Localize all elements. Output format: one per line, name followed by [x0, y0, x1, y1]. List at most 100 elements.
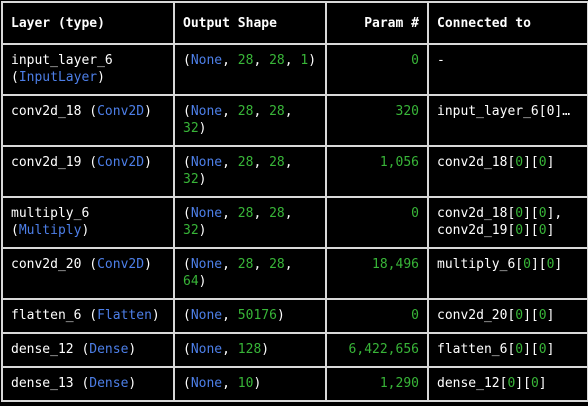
shape-dim: 32: [183, 121, 199, 136]
param-count-cell: 0: [325, 196, 429, 249]
shape-dim: 128: [237, 342, 262, 357]
param-count: 0: [411, 308, 419, 323]
layer-cell: flatten_6 (Flatten): [1, 298, 175, 334]
layer-type: Conv2D: [97, 155, 145, 170]
param-count-cell: 6,422,656: [325, 332, 429, 368]
shape-dim: None: [190, 257, 223, 272]
table-row: multiply_6 (Multiply) (None, 28, 28, 32) 0…: [1, 196, 588, 249]
output-shape-cell: (None, 128): [173, 332, 327, 368]
table-body: input_layer_6 (InputLayer) (None, 28, 28,…: [1, 43, 588, 402]
header-connected-to: Connected to: [427, 1, 588, 45]
table-row: dense_12 (Dense) (None, 128) 6,422,656 flat…: [1, 332, 588, 368]
connected-index: 0: [538, 342, 547, 357]
output-shape-cell: (None, 50176): [173, 298, 327, 334]
header-row: Layer (type) Output Shape Param # Connec…: [1, 1, 588, 45]
layer-name: multiply_6: [11, 206, 90, 221]
layer-name: dense_13: [11, 376, 74, 391]
output-shape-cell: (None, 28, 28, 32): [173, 94, 327, 147]
layer-cell: conv2d_19 (Conv2D): [1, 145, 175, 198]
output-shape-cell: (None, 28, 28, 32): [173, 196, 327, 249]
output-shape-cell: (None, 28, 28, 1): [173, 43, 327, 96]
param-count: 6,422,656: [348, 342, 419, 357]
connected-index: 0: [530, 376, 539, 391]
layer-cell: multiply_6 (Multiply): [1, 196, 175, 249]
connected-layer: conv2d_18: [437, 206, 508, 221]
layer-type: InputLayer: [18, 70, 98, 85]
layer-name: conv2d_18: [11, 104, 82, 119]
layer-name: dense_12: [11, 342, 74, 357]
shape-dim: 64: [183, 274, 199, 289]
connected-to-cell: input_layer_6[0]…: [427, 94, 588, 147]
connected-to-cell: conv2d_18[0][0]: [427, 145, 588, 198]
shape-dim: 28: [269, 53, 285, 68]
connected-index: 0: [515, 206, 524, 221]
connected-layer: multiply_6: [437, 257, 516, 272]
layer-name: conv2d_19: [11, 155, 82, 170]
connected-index: 0: [538, 206, 547, 221]
connected-layer: conv2d_18: [437, 155, 508, 170]
model-summary-panel: Layer (type) Output Shape Param # Connec…: [0, 0, 588, 406]
shape-dim: None: [190, 376, 223, 391]
shape-dim: 28: [269, 155, 285, 170]
table-row: input_layer_6 (InputLayer) (None, 28, 28,…: [1, 43, 588, 96]
layer-type: Flatten: [97, 308, 152, 323]
connected-index: 0: [538, 223, 547, 238]
connected-to-cell: -: [427, 43, 588, 96]
shape-dim: None: [190, 155, 223, 170]
connected-ref: -: [437, 53, 445, 68]
shape-dim: 28: [237, 155, 254, 170]
layer-name: input_layer_6: [11, 53, 113, 68]
header-output-shape: Output Shape: [173, 1, 327, 45]
shape-dim: 28: [269, 104, 285, 119]
layer-type: Conv2D: [97, 104, 145, 119]
shape-dim: 28: [237, 104, 254, 119]
param-count: 320: [395, 104, 419, 119]
param-count-cell: 320: [325, 94, 429, 147]
param-count-cell: 18,496: [325, 247, 429, 300]
connected-to-cell: conv2d_20[0][0]: [427, 298, 588, 334]
connected-index: 0: [507, 376, 516, 391]
connected-index: 0: [515, 223, 524, 238]
layer-cell: dense_12 (Dense): [1, 332, 175, 368]
connected-index: 0: [546, 257, 555, 272]
layer-type: Dense: [89, 376, 129, 391]
connected-index: 0: [538, 155, 547, 170]
shape-dim: None: [190, 104, 223, 119]
output-shape-cell: (None, 28, 28, 64): [173, 247, 327, 300]
param-count: 0: [411, 53, 419, 68]
connected-to-cell: dense_12[0][0]: [427, 366, 588, 402]
connected-index: 0: [523, 257, 531, 272]
layer-name: conv2d_20: [11, 257, 82, 272]
shape-dim: 32: [183, 172, 199, 187]
connected-layer: flatten_6: [437, 342, 508, 357]
connected-layer: conv2d_19: [437, 223, 508, 238]
connected-to-cell: flatten_6[0][0]: [427, 332, 588, 368]
connected-layer: conv2d_20: [437, 308, 508, 323]
layer-type: Dense: [89, 342, 129, 357]
shape-dim: 1: [300, 53, 309, 68]
param-count-cell: 0: [325, 43, 429, 96]
layer-cell: conv2d_18 (Conv2D): [1, 94, 175, 147]
shape-dim: 32: [183, 223, 199, 238]
layer-type: Multiply: [18, 223, 82, 238]
shape-dim: None: [190, 53, 223, 68]
output-shape-cell: (None, 10): [173, 366, 327, 402]
connected-index: 0: [538, 308, 547, 323]
layer-cell: input_layer_6 (InputLayer): [1, 43, 175, 96]
param-count: 0: [411, 206, 419, 221]
connected-to-cell: multiply_6[0][0]: [427, 247, 588, 300]
header-layer-type: Layer (type): [1, 1, 175, 45]
output-shape-cell: (None, 28, 28, 32): [173, 145, 327, 198]
layer-cell: conv2d_20 (Conv2D): [1, 247, 175, 300]
connected-ref: input_layer_6[0]…: [437, 104, 571, 119]
param-count-cell: 1,056: [325, 145, 429, 198]
connected-index: 0: [515, 155, 524, 170]
param-count: 18,496: [372, 257, 419, 272]
shape-dim: None: [190, 342, 223, 357]
param-count: 1,290: [379, 376, 419, 391]
shape-dim: 28: [237, 257, 254, 272]
shape-dim: 28: [237, 53, 254, 68]
shape-dim: None: [190, 206, 223, 221]
connected-layer: dense_12: [437, 376, 500, 391]
connected-to-cell: conv2d_18[0][0], conv2d_19[0][0]: [427, 196, 588, 249]
